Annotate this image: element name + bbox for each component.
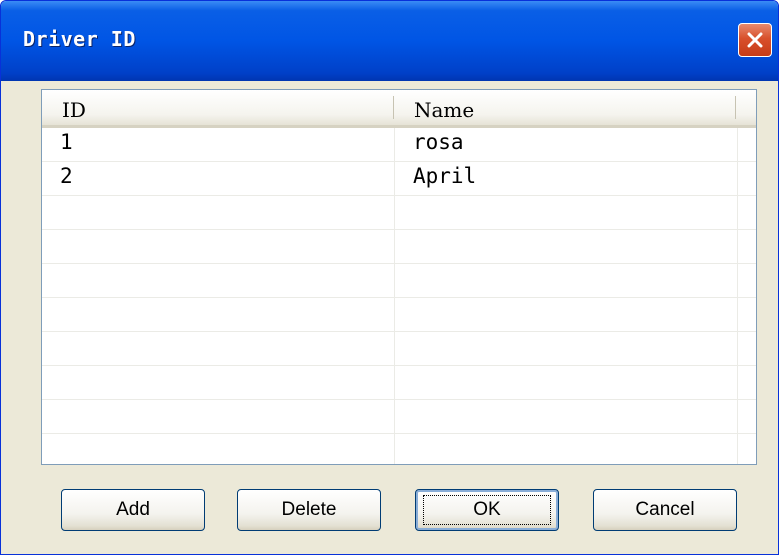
empty-cell [395,400,738,433]
column-header-name[interactable]: Name [394,90,737,125]
empty-cell [395,332,738,365]
empty-cell [42,196,395,229]
dialog-window: Driver ID ID Name 1 rosa 2 April Add Del… [0,0,779,555]
ok-button-label: OK [423,495,551,525]
table-row[interactable]: 1 rosa [42,128,756,162]
cell-name: April [395,162,738,195]
empty-cell [395,264,738,297]
empty-cell [395,434,738,464]
cell-id: 1 [42,128,395,161]
close-icon [747,32,763,48]
cell-name: rosa [395,128,738,161]
empty-row [42,366,756,400]
empty-cell [738,332,756,365]
cell-filler [738,162,756,195]
empty-row [42,400,756,434]
column-header-filler [736,90,756,125]
dialog-client-area: ID Name 1 rosa 2 April Add Delete OK Can… [7,81,772,548]
empty-cell [42,434,395,464]
empty-row [42,264,756,298]
table-row[interactable]: 2 April [42,162,756,196]
empty-cell [42,366,395,399]
empty-cell [395,298,738,331]
empty-cell [738,434,756,464]
empty-cell [42,332,395,365]
empty-cell [738,400,756,433]
empty-cell [738,196,756,229]
empty-cell [738,264,756,297]
empty-row [42,434,756,464]
window-title: Driver ID [23,27,136,51]
close-button[interactable] [738,23,772,57]
list-body: 1 rosa 2 April [42,128,756,464]
add-button[interactable]: Add [61,489,205,531]
cancel-button[interactable]: Cancel [593,489,737,531]
driver-list[interactable]: ID Name 1 rosa 2 April [41,89,757,465]
empty-cell [42,298,395,331]
column-header-id[interactable]: ID [42,90,394,125]
empty-row [42,332,756,366]
list-header: ID Name [42,90,756,128]
empty-cell [395,366,738,399]
empty-cell [395,230,738,263]
cell-id: 2 [42,162,395,195]
empty-row [42,298,756,332]
cell-filler [738,128,756,161]
empty-cell [42,230,395,263]
empty-cell [738,230,756,263]
title-bar[interactable]: Driver ID [1,1,778,81]
empty-row [42,230,756,264]
empty-cell [738,298,756,331]
empty-cell [395,196,738,229]
empty-row [42,196,756,230]
delete-button[interactable]: Delete [237,489,381,531]
empty-cell [42,264,395,297]
empty-cell [738,366,756,399]
ok-button[interactable]: OK [415,489,559,531]
empty-cell [42,400,395,433]
